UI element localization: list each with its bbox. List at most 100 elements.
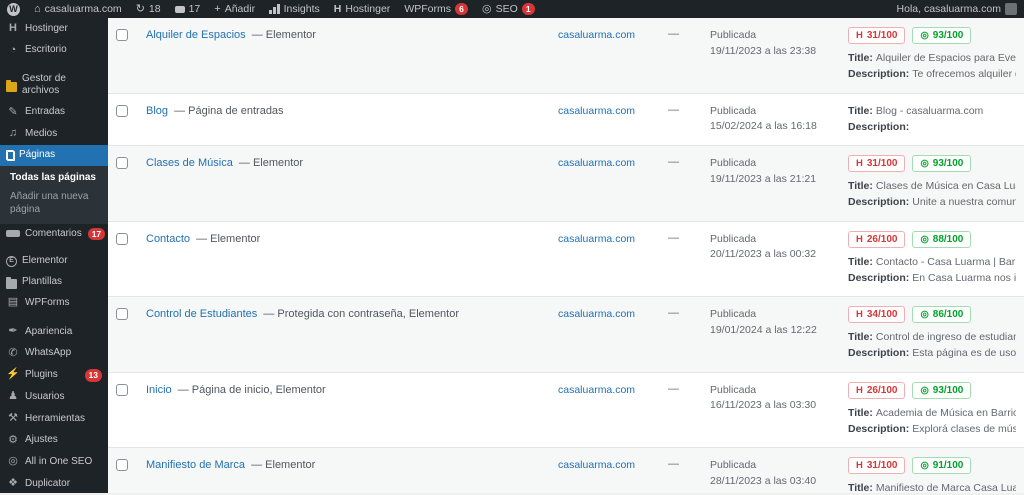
seo-score-value: 93/100 <box>933 385 964 396</box>
title-cell: Blog — Página de entradas <box>146 103 558 136</box>
sidebar-item-comentarios[interactable]: Comentarios17 <box>0 224 108 245</box>
author-link[interactable]: casaluarma.com <box>558 105 635 117</box>
headline-score-badge[interactable]: H 31/100 <box>848 457 905 474</box>
sidebar-submenu-item-todas-las-paginas[interactable]: Todas las páginas <box>0 168 108 187</box>
sidebar-item-medios[interactable]: ♫Medios <box>0 123 108 145</box>
table-row: Alquiler de Espacios — Elementor casalua… <box>108 18 1024 93</box>
sidebar-item-all-in-one-seo[interactable]: ◎All in One SEO <box>0 451 108 473</box>
wpforms-label: WPForms <box>404 3 451 15</box>
file-manager-icon <box>6 82 17 90</box>
sidebar-item-label: Plugins <box>25 369 79 382</box>
updates-count: 18 <box>149 3 161 15</box>
seo-score-badge[interactable]: ◎ 93/100 <box>912 155 971 172</box>
hostinger-menu[interactable]: H Hostinger <box>327 0 398 18</box>
sidebar-item-usuarios[interactable]: ♟Usuarios <box>0 386 108 408</box>
sidebar-item-wpforms[interactable]: ▤WPForms <box>0 292 108 314</box>
page-title-link[interactable]: Blog <box>146 105 168 117</box>
sidebar-item-elementor[interactable]: EElementor <box>0 251 108 272</box>
checkbox-cell <box>116 103 146 136</box>
page-title-link[interactable]: Manifiesto de Marca <box>146 459 245 471</box>
sidebar-item-label: Plantillas <box>22 276 102 289</box>
sidebar-item-escritorio[interactable]: ◔Escritorio <box>0 40 108 62</box>
headline-analyzer-icon: H <box>856 460 863 471</box>
row-checkbox[interactable] <box>116 29 128 41</box>
seo-score-badge[interactable]: ◎ 86/100 <box>912 306 971 323</box>
sidebar-item-entradas[interactable]: ✎Entradas <box>0 102 108 124</box>
headline-score-badge[interactable]: H 26/100 <box>848 231 905 248</box>
seo-score-badge[interactable]: ◎ 88/100 <box>912 231 971 248</box>
sidebar-item-paginas[interactable]: Páginas <box>0 145 108 166</box>
author-cell: casaluarma.com <box>558 457 668 493</box>
seo-title-value: Control de ingreso de estudiantes | c… <box>876 331 1016 343</box>
sidebar-item-plugins[interactable]: ⚡Plugins13 <box>0 364 108 386</box>
comments-shortcut[interactable]: 17 <box>168 0 208 18</box>
duplicator-icon: ❖ <box>6 477 20 491</box>
page-title-link[interactable]: Alquiler de Espacios <box>146 29 246 41</box>
seo-title-line: Title:Clases de Música en Casa Luarma | … <box>848 178 1016 194</box>
aioseo-gauge-icon: ◎ <box>482 4 492 15</box>
sidebar-item-whatsapp[interactable]: ✆WhatsApp <box>0 343 108 365</box>
sidebar-item-label: Páginas <box>19 149 102 162</box>
sidebar-item-ajustes[interactable]: ⚙Ajustes <box>0 430 108 452</box>
row-checkbox[interactable] <box>116 105 128 117</box>
seo-title-line: Title:Alquiler de Espacios para Eventos … <box>848 50 1016 66</box>
headline-score-badge[interactable]: H 26/100 <box>848 382 905 399</box>
seo-score-badge[interactable]: ◎ 91/100 <box>912 457 971 474</box>
headline-score-badge[interactable]: H 31/100 <box>848 27 905 44</box>
checkbox-cell <box>116 231 146 287</box>
publish-date: 20/11/2023 a las 00:32 <box>710 248 816 260</box>
add-new-menu[interactable]: + Añadir <box>207 0 262 18</box>
seo-details-cell: H 26/100 ◎ 93/100 Title:Academia de Músi… <box>848 382 1024 438</box>
headline-score-badge[interactable]: H 31/100 <box>848 155 905 172</box>
site-name-menu[interactable]: ⌂ casaluarma.com <box>27 0 129 18</box>
wordpress-menu[interactable]: W <box>0 0 27 18</box>
row-checkbox[interactable] <box>116 157 128 169</box>
row-checkbox[interactable] <box>116 233 128 245</box>
author-link[interactable]: casaluarma.com <box>558 233 635 245</box>
seo-score-badge[interactable]: ◎ 93/100 <box>912 382 971 399</box>
sidebar-item-gestor-de-archivos[interactable]: Gestor de archivos <box>0 69 108 102</box>
insights-menu[interactable]: Insights <box>262 0 327 18</box>
seo-menu[interactable]: ◎ SEO 1 <box>475 0 542 18</box>
author-link[interactable]: casaluarma.com <box>558 157 635 169</box>
sidebar-item-apariencia[interactable]: ✒Apariencia <box>0 321 108 343</box>
updates-menu[interactable]: ↻ 18 <box>129 0 168 18</box>
sidebar-item-label: Gestor de archivos <box>22 73 102 98</box>
author-link[interactable]: casaluarma.com <box>558 308 635 320</box>
media-icon: ♫ <box>6 127 20 141</box>
pages-icon <box>6 150 14 160</box>
comments-bubble-icon <box>175 6 185 13</box>
author-link[interactable]: casaluarma.com <box>558 459 635 471</box>
my-account-menu[interactable]: Hola, casaluarma.com <box>890 0 1024 18</box>
author-link[interactable]: casaluarma.com <box>558 384 635 396</box>
comments-cell: — <box>668 457 710 493</box>
sidebar-item-plantillas[interactable]: Plantillas <box>0 272 108 293</box>
row-checkbox[interactable] <box>116 384 128 396</box>
row-checkbox[interactable] <box>116 459 128 471</box>
publish-date: 28/11/2023 a las 03:40 <box>710 475 816 487</box>
row-checkbox[interactable] <box>116 308 128 320</box>
page-title-link[interactable]: Clases de Música <box>146 157 233 169</box>
page-title-link[interactable]: Control de Estudiantes <box>146 308 257 320</box>
sidebar-submenu-item-anadir-una-nueva-pagina[interactable]: Añadir una nueva página <box>0 187 108 219</box>
page-title-link[interactable]: Inicio <box>146 384 172 396</box>
seo-score-value: 86/100 <box>933 309 964 320</box>
author-link[interactable]: casaluarma.com <box>558 29 635 41</box>
checkbox-cell <box>116 382 146 438</box>
title-cell: Clases de Música — Elementor <box>146 155 558 211</box>
headline-analyzer-icon: H <box>856 234 863 245</box>
sidebar-item-hostinger[interactable]: HHostinger <box>0 18 108 40</box>
site-name-label: casaluarma.com <box>45 3 122 15</box>
comments-cell: — <box>668 155 710 211</box>
seo-title-line: Title:Blog - casaluarma.com <box>848 103 1016 119</box>
headline-score-badge[interactable]: H 34/100 <box>848 306 905 323</box>
headline-score-value: 26/100 <box>867 385 898 396</box>
seo-score-badge[interactable]: ◎ 93/100 <box>912 27 971 44</box>
title-cell: Manifiesto de Marca — Elementor <box>146 457 558 493</box>
page-title-link[interactable]: Contacto <box>146 233 190 245</box>
date-cell: Publicada 20/11/2023 a las 00:32 <box>710 231 848 287</box>
sidebar-item-herramientas[interactable]: ⚒Herramientas <box>0 408 108 430</box>
wpforms-menu[interactable]: WPForms 6 <box>397 0 475 18</box>
aioseo-gauge-icon: ◎ <box>920 460 928 471</box>
sidebar-item-duplicator[interactable]: ❖Duplicator <box>0 473 108 495</box>
